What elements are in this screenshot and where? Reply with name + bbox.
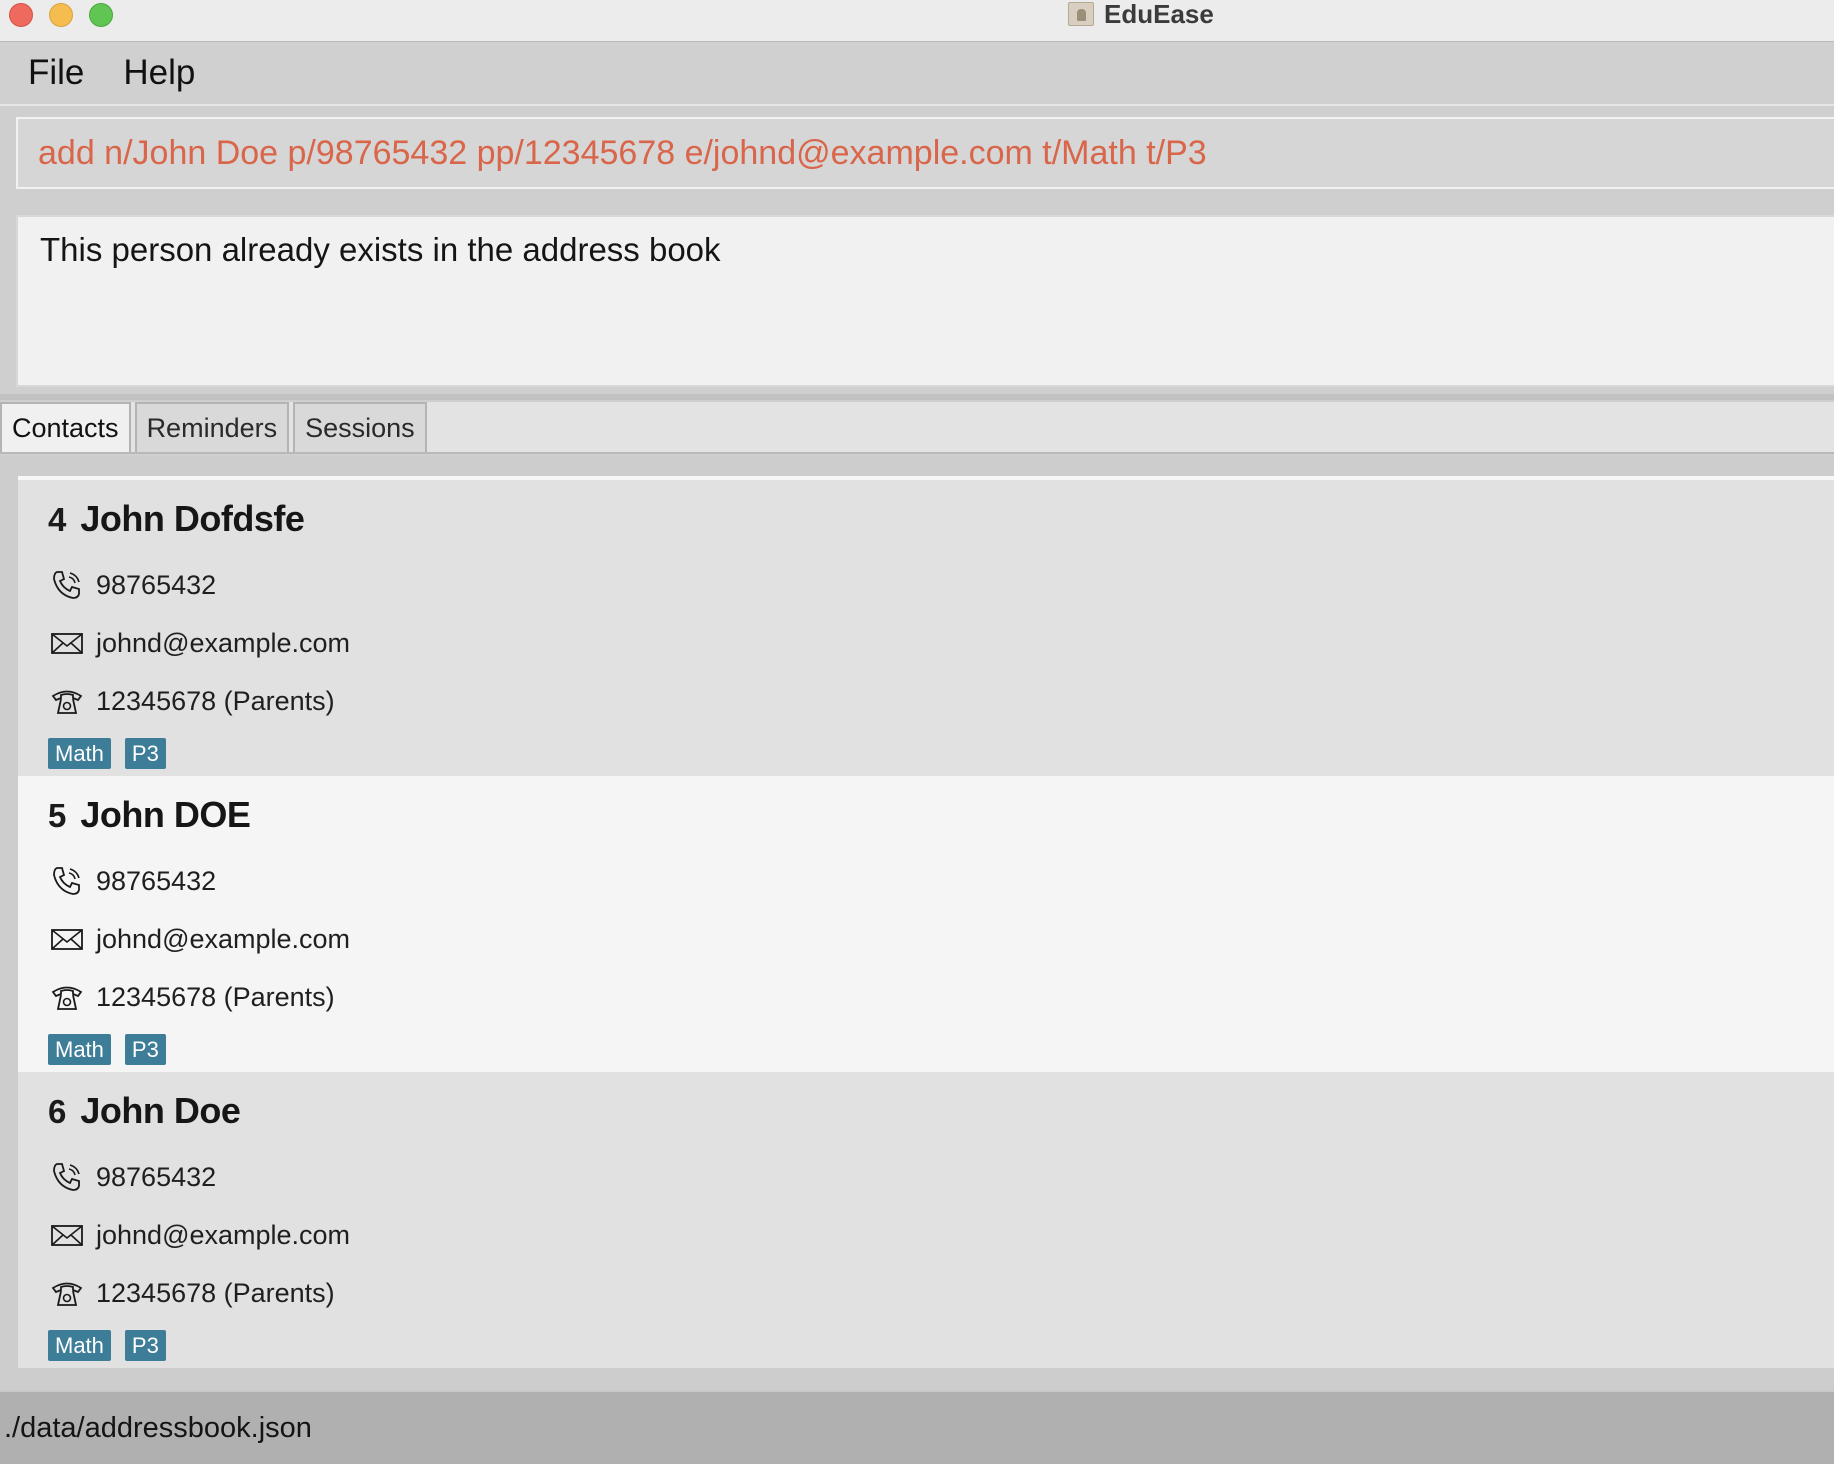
mail-icon [48,922,86,956]
contact-name: John Dofdsfe [80,498,305,539]
contact-index: 5 [48,797,67,834]
contact-phone: 98765432 [96,865,217,896]
contact-parent-phone: 12345678 (Parents) [96,981,335,1012]
result-message: This person already exists in the addres… [40,231,721,268]
contact-phone-row: 98765432 [48,1160,216,1194]
telephone-icon [48,1276,86,1310]
tag-list: Math P3 [48,1034,166,1065]
mail-icon [48,626,86,660]
contact-card[interactable]: 4 John Dofdsfe 98765432 johnd@example.co… [18,480,1834,776]
contact-phone: 98765432 [96,1161,217,1192]
window-title-group: EduEase [1068,0,1214,29]
title-bar: EduEase [0,0,1834,42]
mail-icon [48,1218,86,1252]
tag: P3 [124,1330,166,1361]
contact-email: johnd@example.com [96,923,351,954]
contact-header: 6 John Doe [48,1090,241,1132]
phone-icon [48,568,86,602]
contact-parent-phone-row: 12345678 (Parents) [48,1276,335,1310]
tag-list: Math P3 [48,738,166,769]
command-input-text: add n/John Doe p/98765432 pp/12345678 e/… [38,133,1207,172]
contact-list: 4 John Dofdsfe 98765432 johnd@example.co… [18,480,1834,1368]
tag: Math [48,1330,111,1361]
contact-index: 6 [48,1093,67,1130]
contact-email: johnd@example.com [96,1219,351,1250]
contact-list-panel: 4 John Dofdsfe 98765432 johnd@example.co… [0,456,1834,1390]
contact-parent-phone: 12345678 (Parents) [96,1277,335,1308]
contact-phone-row: 98765432 [48,568,216,602]
command-input[interactable]: add n/John Doe p/98765432 pp/12345678 e/… [16,117,1834,189]
contact-name: John DOE [80,794,251,835]
tab-reminders[interactable]: Reminders [134,402,290,452]
tab-contacts[interactable]: Contacts [0,402,131,452]
window-title: EduEase [1104,0,1214,29]
contact-card[interactable]: 6 John Doe 98765432 johnd@example.com 12… [18,1072,1834,1368]
contact-phone-row: 98765432 [48,864,216,898]
tab-sessions[interactable]: Sessions [293,402,427,452]
contact-phone: 98765432 [96,569,217,600]
tag: P3 [124,1034,166,1065]
tag-list: Math P3 [48,1330,166,1361]
contact-parent-phone-row: 12345678 (Parents) [48,980,335,1014]
contact-parent-phone-row: 12345678 (Parents) [48,684,335,718]
tag: P3 [124,738,166,769]
menu-file[interactable]: File [0,53,103,93]
telephone-icon [48,684,86,718]
contact-name: John Doe [80,1090,241,1131]
window-maximize-button[interactable] [89,3,113,27]
tag: Math [48,1034,111,1065]
menu-help[interactable]: Help [103,53,214,93]
phone-icon [48,864,86,898]
phone-icon [48,1160,86,1194]
contact-email-row: johnd@example.com [48,922,350,956]
contact-card[interactable]: 5 John DOE 98765432 johnd@example.com 12… [18,776,1834,1072]
contact-parent-phone: 12345678 (Parents) [96,685,335,716]
contact-header: 4 John Dofdsfe [48,498,305,540]
result-display: This person already exists in the addres… [16,215,1834,387]
tag: Math [48,738,111,769]
window-minimize-button[interactable] [49,3,73,27]
contact-email-row: johnd@example.com [48,626,350,660]
split-divider[interactable] [0,394,1834,400]
save-location-path: ./data/addressbook.json [4,1411,312,1444]
contact-header: 5 John DOE [48,794,251,836]
contact-email-row: johnd@example.com [48,1218,350,1252]
tab-bar: Contacts Reminders Sessions [0,402,1834,454]
contact-index: 4 [48,501,67,538]
telephone-icon [48,980,86,1014]
app-icon [1068,2,1094,26]
window-close-button[interactable] [9,3,33,27]
contact-email: johnd@example.com [96,627,351,658]
menu-bar: File Help [0,42,1834,106]
status-bar: ./data/addressbook.json [0,1390,1834,1464]
